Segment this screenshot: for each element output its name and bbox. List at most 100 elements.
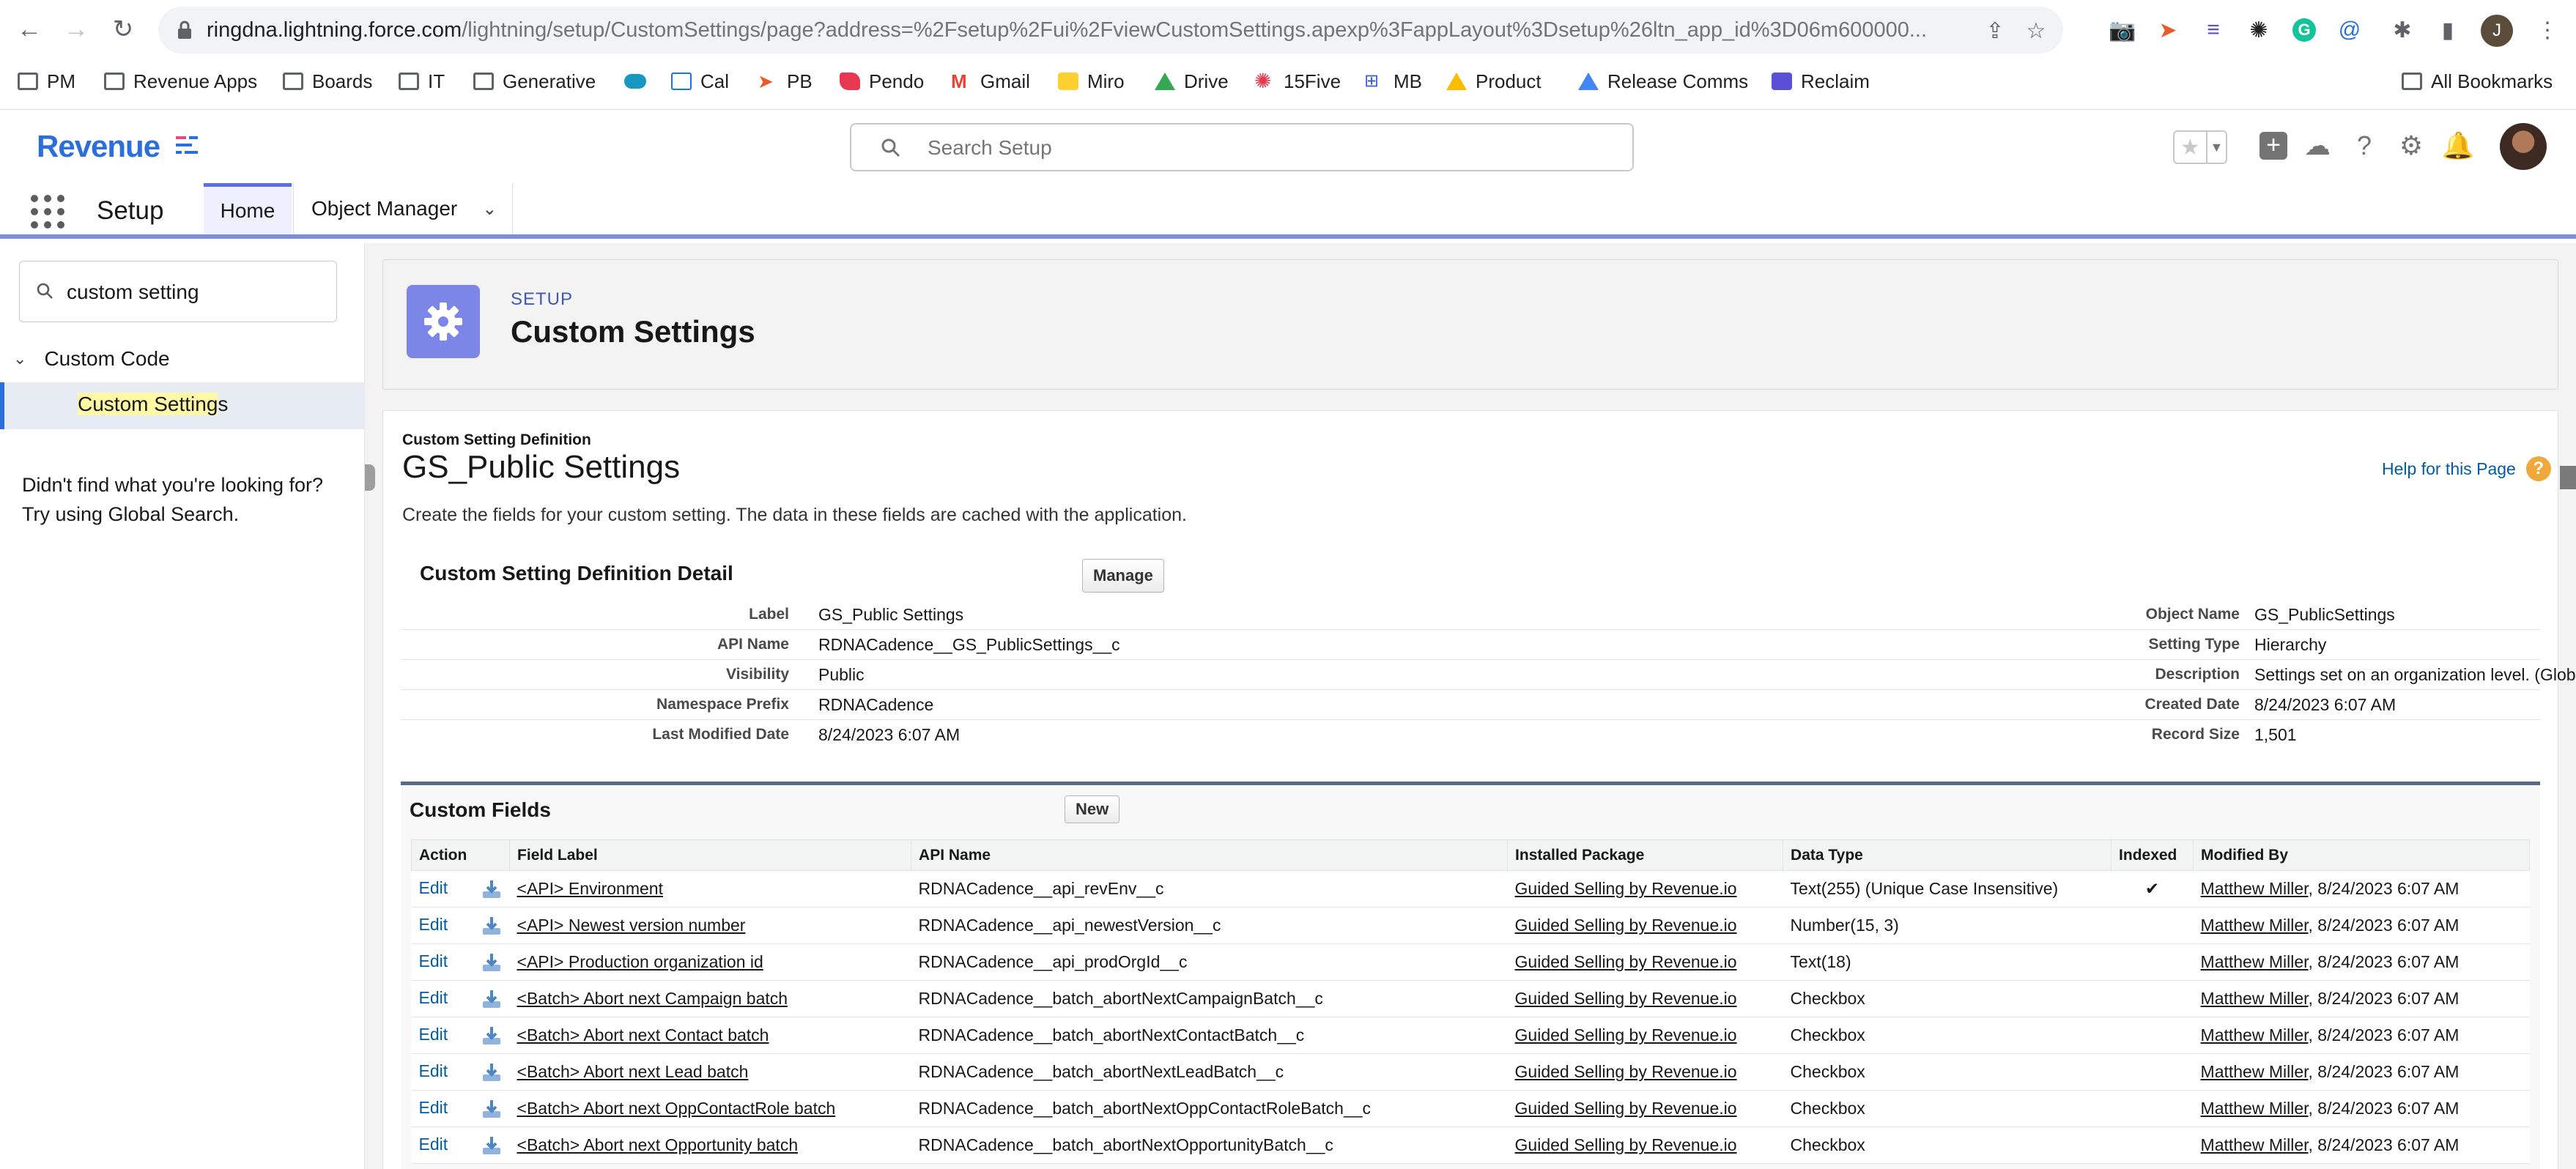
tab-object-manager[interactable]: Object Manager ⌄ [293,183,513,234]
download-icon[interactable] [481,1098,503,1120]
bookmark-pm[interactable]: PM [18,67,75,95]
field-label-link[interactable]: <API> Environment [517,879,663,898]
at-extension-icon[interactable]: @ [2334,15,2365,45]
bookmark-pb[interactable]: ➤ PB [758,67,813,95]
global-actions-add-icon[interactable]: + [2255,127,2292,164]
grammarly-extension-icon[interactable]: G [2289,15,2320,45]
download-icon[interactable] [481,1135,503,1157]
extensions-puzzle-icon[interactable]: ✱ [2387,15,2418,45]
bookmark-star-icon[interactable]: ☆ [2022,17,2050,45]
forward-button[interactable]: → [60,13,92,45]
installed-package-link[interactable]: Guided Selling by Revenue.io [1515,952,1737,971]
global-search-box[interactable] [850,123,1634,171]
installed-package-link[interactable]: Guided Selling by Revenue.io [1515,989,1737,1008]
browser-profile-avatar[interactable]: J [2481,15,2513,47]
edit-link[interactable]: Edit [419,878,448,897]
bookmark-generative[interactable]: Generative [473,67,596,95]
installed-package-link[interactable]: Guided Selling by Revenue.io [1515,1099,1737,1118]
side-panel-icon[interactable]: ▮ [2432,15,2463,45]
field-label-link[interactable]: <API> Newest version number [517,916,746,935]
download-icon[interactable] [481,1061,503,1083]
bookmark-product[interactable]: Product [1446,67,1541,95]
edit-link[interactable]: Edit [419,1135,448,1154]
modified-by-user-link[interactable]: Matthew Miller [2201,1135,2309,1154]
download-icon[interactable] [481,1025,503,1047]
scrollbar-thumb[interactable] [2560,466,2576,489]
field-label-link[interactable]: <Batch> Abort next Opportunity batch [517,1135,799,1154]
field-label-link[interactable]: <Batch> Abort next Lead batch [517,1062,749,1081]
bookmark-miro[interactable]: Miro [1058,67,1125,95]
edit-link[interactable]: Edit [419,1025,448,1044]
modified-by-user-link[interactable]: Matthew Miller [2201,879,2309,898]
modified-by-user-link[interactable]: Matthew Miller [2201,1062,2309,1081]
edit-link[interactable]: Edit [419,915,448,934]
download-icon[interactable] [481,951,503,973]
setup-gear-icon[interactable]: ⚙ [2393,127,2429,164]
reload-button[interactable]: ↻ [107,13,139,45]
quick-find-box[interactable] [19,261,337,322]
bookmark-salesforce[interactable] [624,67,655,95]
installed-package-link[interactable]: Guided Selling by Revenue.io [1515,1025,1737,1044]
edit-link[interactable]: Edit [419,988,448,1007]
bookmark-drive[interactable]: Drive [1155,67,1229,95]
edit-link[interactable]: Edit [419,1098,448,1117]
revenue-extension-icon[interactable]: ≡ [2198,15,2229,45]
share-icon[interactable]: ⇪ [1981,17,2009,45]
quick-find-input[interactable] [67,278,316,307]
tree-node-custom-code[interactable]: ⌄ Custom Code [13,347,170,371]
modified-by-user-link[interactable]: Matthew Miller [2201,952,2309,971]
installed-package-link[interactable]: Guided Selling by Revenue.io [1515,916,1737,935]
notifications-bell-icon[interactable]: 🔔 [2440,127,2476,164]
help-for-this-page-link[interactable]: Help for this Page ? [2382,456,2551,481]
camera-extension-icon[interactable]: 📷 [2107,15,2138,45]
pb-extension-icon[interactable]: ➤ [2153,15,2183,45]
bookmark-cal[interactable]: Cal [671,67,729,95]
installed-package-link[interactable]: Guided Selling by Revenue.io [1515,1062,1737,1081]
api-name-cell: RDNACadence__batch_abortNextOppContactRo… [911,1090,1508,1127]
back-button[interactable]: ← [13,13,45,45]
modified-by-user-link[interactable]: Matthew Miller [2201,989,2309,1008]
gear-extension-icon[interactable]: ✺ [2243,15,2274,45]
new-field-button[interactable]: New [1065,795,1120,823]
modified-by-user-link[interactable]: Matthew Miller [2201,916,2309,935]
field-label-link[interactable]: <Batch> Abort next Contact batch [517,1025,769,1044]
trailhead-icon[interactable]: ☁ [2299,127,2336,164]
tab-home[interactable]: Home [204,183,292,234]
address-bar[interactable]: ringdna.lightning.force.com/lightning/se… [158,7,2063,53]
tree-node-custom-settings[interactable]: Custom Settings [0,382,365,429]
bookmark-mb[interactable]: ⊞ MB [1364,67,1422,95]
bookmark-reclaim[interactable]: Reclaim [1772,67,1870,95]
manage-button[interactable]: Manage [1082,559,1164,593]
all-bookmarks[interactable]: All Bookmarks [2402,67,2553,95]
download-icon[interactable] [481,988,503,1010]
bookmark-release-comms[interactable]: Release Comms [1578,67,1748,95]
revenue-logo[interactable]: Revenue [37,129,160,164]
field-label-link[interactable]: <Batch> Abort next Campaign batch [517,989,788,1008]
download-icon[interactable] [481,915,503,937]
field-label-link[interactable]: <API> Production organization id [517,952,763,971]
bookmark-gmail[interactable]: M Gmail [951,67,1030,95]
app-launcher-icon[interactable] [31,195,64,229]
help-icon: ? [2525,456,2551,481]
modified-by-user-link[interactable]: Matthew Miller [2201,1025,2309,1044]
bookmark-revenue-apps[interactable]: Revenue Apps [104,67,257,95]
sidebar-collapse-handle[interactable] [365,464,375,491]
help-question-icon[interactable]: ? [2346,127,2383,164]
url-text[interactable]: ringdna.lightning.force.com/lightning/se… [207,18,2024,42]
installed-package-link[interactable]: Guided Selling by Revenue.io [1515,879,1737,898]
bookmark-pendo[interactable]: Pendo [840,67,924,95]
download-icon[interactable] [481,878,503,900]
edit-link[interactable]: Edit [419,1061,448,1080]
favorites-button[interactable]: ★ ▼ [2173,130,2227,164]
installed-package-link[interactable]: Guided Selling by Revenue.io [1515,1135,1737,1154]
bookmark-boards[interactable]: Boards [283,67,372,95]
field-label-link[interactable]: <Batch> Abort next OppContactRole batch [517,1099,836,1118]
chevron-down-icon[interactable]: ⌄ [482,198,497,220]
chrome-menu-icon[interactable]: ⋮ [2532,15,2563,45]
edit-link[interactable]: Edit [419,951,448,971]
global-search-input[interactable] [928,135,1587,161]
bookmark-it[interactable]: IT [399,67,445,95]
bookmark-15five[interactable]: ✺ 15Five [1254,67,1341,95]
modified-by-user-link[interactable]: Matthew Miller [2201,1099,2309,1118]
user-avatar[interactable] [2500,123,2547,170]
